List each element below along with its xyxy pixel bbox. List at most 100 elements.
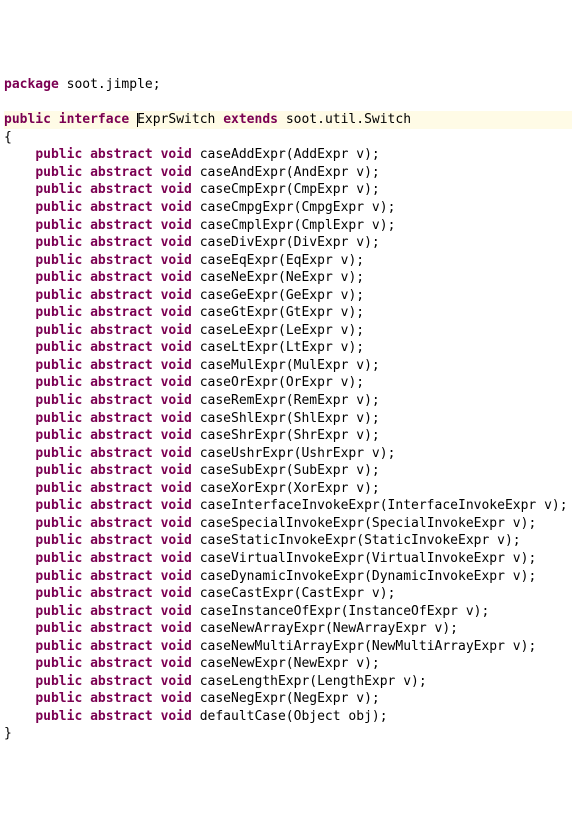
param-type: InstanceOfExpr bbox=[348, 604, 458, 619]
param-name: v bbox=[403, 674, 411, 689]
param-type: Object bbox=[294, 709, 341, 724]
keyword-abstract: abstract bbox=[90, 165, 153, 180]
method-name: caseStaticInvokeExpr bbox=[200, 533, 357, 548]
brace-open: { bbox=[4, 130, 12, 145]
semicolon: ; bbox=[372, 411, 380, 426]
method-name: caseDynamicInvokeExpr bbox=[200, 569, 364, 584]
semicolon: ; bbox=[528, 569, 536, 584]
keyword-void: void bbox=[161, 551, 192, 566]
keyword-void: void bbox=[161, 498, 192, 513]
keyword-abstract: abstract bbox=[90, 358, 153, 373]
method-name: caseCmplExpr bbox=[200, 218, 294, 233]
param-name: v bbox=[513, 569, 521, 584]
keyword-void: void bbox=[161, 393, 192, 408]
keyword-abstract: abstract bbox=[90, 551, 153, 566]
param-name: v bbox=[356, 393, 364, 408]
keyword-abstract: abstract bbox=[90, 656, 153, 671]
keyword-void: void bbox=[161, 621, 192, 636]
method-name: caseLtExpr bbox=[200, 340, 278, 355]
code-editor[interactable]: package soot.jimple; public interface Ex… bbox=[4, 76, 572, 743]
keyword-abstract: abstract bbox=[90, 218, 153, 233]
method-list: public abstract void caseAddExpr(AddExpr… bbox=[4, 147, 568, 724]
semicolon: ; bbox=[356, 253, 364, 268]
keyword-public: public bbox=[35, 709, 82, 724]
semicolon: ; bbox=[356, 270, 364, 285]
keyword-abstract: abstract bbox=[90, 604, 153, 619]
param-type: AndExpr bbox=[294, 165, 349, 180]
keyword-void: void bbox=[161, 288, 192, 303]
param-type: NewMultiArrayExpr bbox=[372, 639, 505, 654]
keyword-void: void bbox=[161, 323, 192, 338]
param-name: v bbox=[356, 182, 364, 197]
semicolon: ; bbox=[528, 639, 536, 654]
keyword-public: public bbox=[35, 533, 82, 548]
param-type: SpecialInvokeExpr bbox=[372, 516, 505, 531]
keyword-void: void bbox=[161, 656, 192, 671]
param-name: v bbox=[356, 147, 364, 162]
keyword-abstract: abstract bbox=[90, 375, 153, 390]
keyword-void: void bbox=[161, 709, 192, 724]
method-name: caseRemExpr bbox=[200, 393, 286, 408]
keyword-void: void bbox=[161, 639, 192, 654]
semicolon: ; bbox=[528, 516, 536, 531]
param-type: AddExpr bbox=[294, 147, 349, 162]
keyword-void: void bbox=[161, 516, 192, 531]
semicolon: ; bbox=[356, 375, 364, 390]
method-name: caseLengthExpr bbox=[200, 674, 310, 689]
keyword-abstract: abstract bbox=[90, 182, 153, 197]
semicolon: ; bbox=[372, 147, 380, 162]
semicolon: ; bbox=[372, 691, 380, 706]
keyword-abstract: abstract bbox=[90, 428, 153, 443]
param-type: MulExpr bbox=[294, 358, 349, 373]
method-name: caseGeExpr bbox=[200, 288, 278, 303]
keyword-public: public bbox=[4, 112, 51, 127]
keyword-abstract: abstract bbox=[90, 463, 153, 478]
param-name: v bbox=[356, 691, 364, 706]
keyword-void: void bbox=[161, 446, 192, 461]
keyword-abstract: abstract bbox=[90, 235, 153, 250]
keyword-public: public bbox=[35, 323, 82, 338]
keyword-public: public bbox=[35, 200, 82, 215]
semicolon: ; bbox=[372, 463, 380, 478]
method-name: caseSpecialInvokeExpr bbox=[200, 516, 364, 531]
package-line: package soot.jimple; bbox=[4, 77, 161, 92]
keyword-void: void bbox=[161, 218, 192, 233]
semicolon: ; bbox=[356, 340, 364, 355]
keyword-public: public bbox=[35, 305, 82, 320]
param-type: NewArrayExpr bbox=[333, 621, 427, 636]
method-name: caseEqExpr bbox=[200, 253, 278, 268]
param-name: v bbox=[372, 586, 380, 601]
method-name: caseDivExpr bbox=[200, 235, 286, 250]
keyword-public: public bbox=[35, 393, 82, 408]
semicolon: ; bbox=[356, 323, 364, 338]
param-type: NewExpr bbox=[294, 656, 349, 671]
semicolon: ; bbox=[450, 621, 458, 636]
param-name: v bbox=[341, 270, 349, 285]
interface-name: ExprSwitch bbox=[137, 112, 215, 127]
param-name: v bbox=[341, 375, 349, 390]
keyword-void: void bbox=[161, 569, 192, 584]
keyword-abstract: abstract bbox=[90, 200, 153, 215]
param-type: StaticInvokeExpr bbox=[364, 533, 489, 548]
param-type: CmpExpr bbox=[294, 182, 349, 197]
param-name: v bbox=[544, 498, 552, 513]
keyword-package: package bbox=[4, 77, 59, 92]
keyword-public: public bbox=[35, 674, 82, 689]
param-name: v bbox=[356, 428, 364, 443]
keyword-abstract: abstract bbox=[90, 288, 153, 303]
param-type: CmplExpr bbox=[301, 218, 364, 233]
param-type: EqExpr bbox=[286, 253, 333, 268]
param-name: v bbox=[356, 411, 364, 426]
param-type: CmpgExpr bbox=[301, 200, 364, 215]
param-type: SubExpr bbox=[294, 463, 349, 478]
param-name: v bbox=[513, 639, 521, 654]
method-name: caseUshrExpr bbox=[200, 446, 294, 461]
semicolon: ; bbox=[372, 165, 380, 180]
param-name: v bbox=[356, 165, 364, 180]
param-type: ShrExpr bbox=[294, 428, 349, 443]
param-name: v bbox=[356, 463, 364, 478]
semicolon: ; bbox=[372, 656, 380, 671]
keyword-extends: extends bbox=[223, 112, 278, 127]
keyword-public: public bbox=[35, 621, 82, 636]
param-type: ShlExpr bbox=[294, 411, 349, 426]
